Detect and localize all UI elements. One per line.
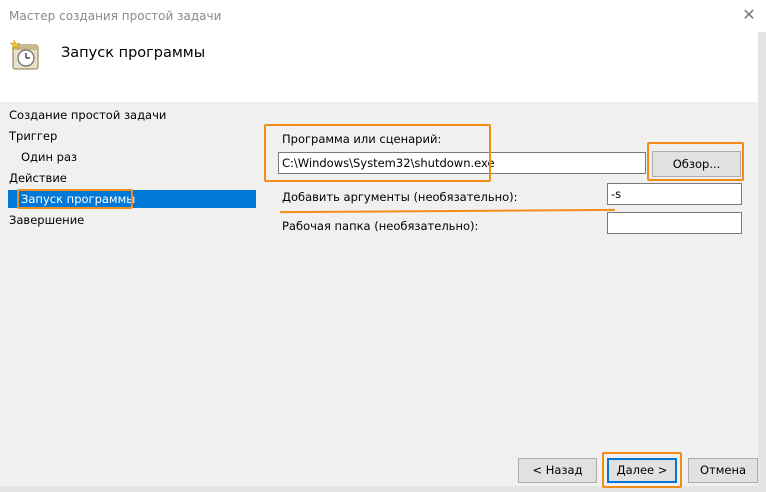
workdir-label: Рабочая папка (необязательно): [282, 219, 479, 233]
wizard-header [0, 32, 766, 102]
highlight-next-box [602, 452, 682, 488]
back-button[interactable]: < Назад [518, 458, 597, 483]
workdir-input[interactable] [607, 212, 742, 234]
highlight-args-underline [279, 208, 616, 214]
nav-item-create-task[interactable]: Создание простой задачи [9, 108, 166, 122]
args-label: Добавить аргументы (необязательно): [282, 190, 518, 204]
nav-item-finish[interactable]: Завершение [9, 213, 84, 227]
task-clock-icon [9, 39, 42, 71]
nav-item-trigger[interactable]: Триггер [9, 129, 57, 143]
highlight-nav-box [17, 189, 133, 209]
highlight-program-box [264, 124, 491, 182]
window-edge [758, 32, 766, 492]
page-title: Запуск программы [61, 45, 206, 61]
cancel-button[interactable]: Отмена [688, 458, 758, 483]
nav-item-once[interactable]: Один раз [21, 150, 77, 164]
nav-item-action[interactable]: Действие [9, 171, 67, 185]
close-icon[interactable]: ✕ [736, 3, 762, 27]
args-input[interactable]: -s [607, 183, 742, 205]
highlight-browse-box [647, 142, 744, 181]
window-title: Мастер создания простой задачи [9, 9, 222, 23]
